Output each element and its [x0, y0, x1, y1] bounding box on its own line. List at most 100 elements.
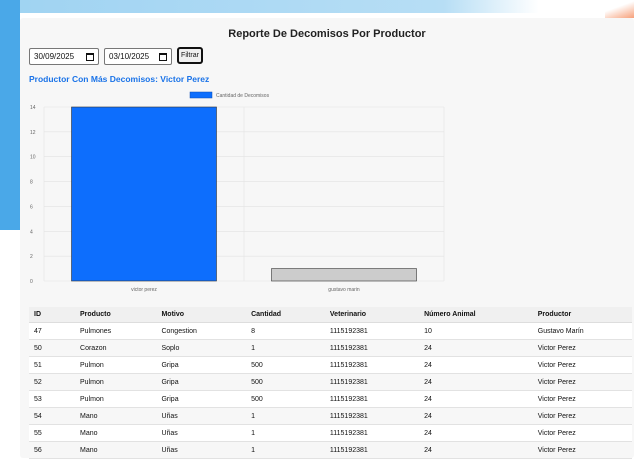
table-cell: 500 — [246, 390, 325, 408]
calendar-icon[interactable] — [86, 52, 94, 61]
table-cell: 51 — [29, 356, 76, 374]
table-cell: 1115192381 — [324, 339, 420, 357]
table-cell: Mano — [75, 441, 157, 459]
table-cell: 8 — [246, 322, 325, 340]
table-cell: 24 — [419, 390, 533, 408]
table-cell: Pulmon — [75, 356, 157, 374]
table-cell: Pulmon — [75, 390, 157, 408]
table-cell: Gripa — [156, 390, 247, 408]
table-cell: Corazon — [75, 339, 157, 357]
legend-label: Cantidad de Decomisos — [216, 93, 270, 99]
y-tick-label: 2 — [30, 254, 33, 260]
table-cell: Congestion — [156, 322, 247, 340]
table-cell: 24 — [419, 339, 533, 357]
date-from-input[interactable]: 30/09/2025 — [29, 48, 99, 65]
y-tick-label: 4 — [30, 229, 33, 235]
y-tick-label: 0 — [30, 279, 33, 285]
page-title: Reporte De Decomisos Por Productor — [228, 28, 426, 40]
table-cell: Gustavo Marín — [532, 322, 632, 340]
table-cell: Victor Perez — [532, 373, 632, 391]
x-tick-label: victor perez — [131, 287, 157, 293]
y-tick-label: 8 — [30, 180, 33, 186]
table-cell: 500 — [246, 373, 325, 391]
table-cell: 1115192381 — [324, 356, 420, 374]
table-cell: Victor Perez — [532, 356, 632, 374]
table-cell: Pulmon — [75, 373, 157, 391]
table-cell: 54 — [29, 407, 76, 425]
bar — [71, 106, 217, 282]
table-cell: 1115192381 — [324, 322, 420, 340]
table-cell: Soplo — [156, 339, 247, 357]
table-cell: 52 — [29, 373, 76, 391]
table-header-row: ID Producto Motivo Cantidad Veterinario Númer… — [29, 307, 632, 323]
table-row: 53 Pulmon Gripa 500 1115192381 24 Victor Perez — [29, 390, 632, 408]
table-cell: Uñas — [156, 407, 247, 425]
column-header: Veterinario — [324, 307, 420, 323]
table-cell: Victor Perez — [532, 390, 632, 408]
table-cell: 1 — [246, 441, 325, 459]
column-header: Número Animal — [419, 307, 533, 323]
date-from-value: 30/09/2025 — [34, 52, 75, 61]
decomisos-table: ID Producto Motivo Cantidad Veterinario Númer… — [29, 307, 632, 459]
filter-button[interactable]: Filtrar — [177, 47, 203, 64]
table-cell: 56 — [29, 441, 76, 459]
background-band-top — [0, 0, 634, 13]
table-row: 50 Corazon Soplo 1 1115192381 24 Victor Perez — [29, 339, 632, 357]
background-corner — [605, 0, 634, 18]
table-cell: Victor Perez — [532, 339, 632, 357]
column-header: Motivo — [156, 307, 247, 323]
column-header: ID — [29, 307, 76, 323]
table-cell: Victor Perez — [532, 424, 632, 442]
date-to-input[interactable]: 03/10/2025 — [104, 48, 172, 65]
table-body: 47 Pulmones Congestion 8 1115192381 10 Gustavo… — [29, 322, 632, 459]
x-tick-label: gustavo marin — [328, 287, 360, 293]
column-header: Productor — [532, 307, 632, 323]
table-cell: 47 — [29, 322, 76, 340]
table-cell: Gripa — [156, 373, 247, 391]
table-cell: 500 — [246, 356, 325, 374]
column-header: Cantidad — [246, 307, 325, 323]
background-band-left — [0, 0, 20, 230]
table-cell: 55 — [29, 424, 76, 442]
table-cell: 10 — [419, 322, 533, 340]
table-cell: Uñas — [156, 424, 247, 442]
table-cell: 1 — [246, 339, 325, 357]
table-cell: Gripa — [156, 356, 247, 374]
report-card: Reporte De Decomisos Por Productor 30/09… — [20, 18, 634, 459]
bar — [271, 268, 417, 282]
table-cell: 24 — [419, 441, 533, 459]
table-row: 51 Pulmon Gripa 500 1115192381 24 Victor Perez — [29, 356, 632, 374]
date-to-value: 03/10/2025 — [109, 52, 150, 61]
table-cell: Mano — [75, 424, 157, 442]
table-cell: 1115192381 — [324, 407, 420, 425]
table-cell: Victor Perez — [532, 441, 632, 459]
calendar-icon[interactable] — [159, 52, 167, 61]
table-cell: 1115192381 — [324, 441, 420, 459]
table-cell: 1115192381 — [324, 424, 420, 442]
chart-svg: Cantidad de Decomisos 0 2 4 6 8 10 12 14 victor p… — [30, 91, 445, 293]
table-cell: 1 — [246, 424, 325, 442]
bar-chart: Cantidad de Decomisos 0 2 4 6 8 10 12 14 victor p… — [20, 88, 634, 303]
table-cell: 50 — [29, 339, 76, 357]
table-cell: 24 — [419, 356, 533, 374]
table-cell: 24 — [419, 407, 533, 425]
y-tick-label: 14 — [30, 105, 36, 111]
table-cell: 1 — [246, 407, 325, 425]
column-header: Producto — [75, 307, 157, 323]
table-row: 47 Pulmones Congestion 8 1115192381 10 Gustavo… — [29, 322, 632, 340]
table-row: 52 Pulmon Gripa 500 1115192381 24 Victor Perez — [29, 373, 632, 391]
table-cell: 1115192381 — [324, 390, 420, 408]
table-row: 55 Mano Uñas 1 1115192381 24 Victor Perez — [29, 424, 632, 442]
table-cell: 24 — [419, 424, 533, 442]
legend-swatch — [189, 91, 213, 99]
table-row: 54 Mano Uñas 1 1115192381 24 Victor Perez — [29, 407, 632, 425]
table-cell: 24 — [419, 373, 533, 391]
table-cell: Uñas — [156, 441, 247, 459]
table-cell: Mano — [75, 407, 157, 425]
table-cell: Victor Perez — [532, 407, 632, 425]
table-row: 56 Mano Uñas 1 1115192381 24 Victor Perez — [29, 441, 632, 459]
table-cell: Pulmones — [75, 322, 157, 340]
table-cell: 53 — [29, 390, 76, 408]
y-tick-label: 10 — [30, 155, 36, 161]
y-tick-label: 12 — [30, 130, 36, 136]
